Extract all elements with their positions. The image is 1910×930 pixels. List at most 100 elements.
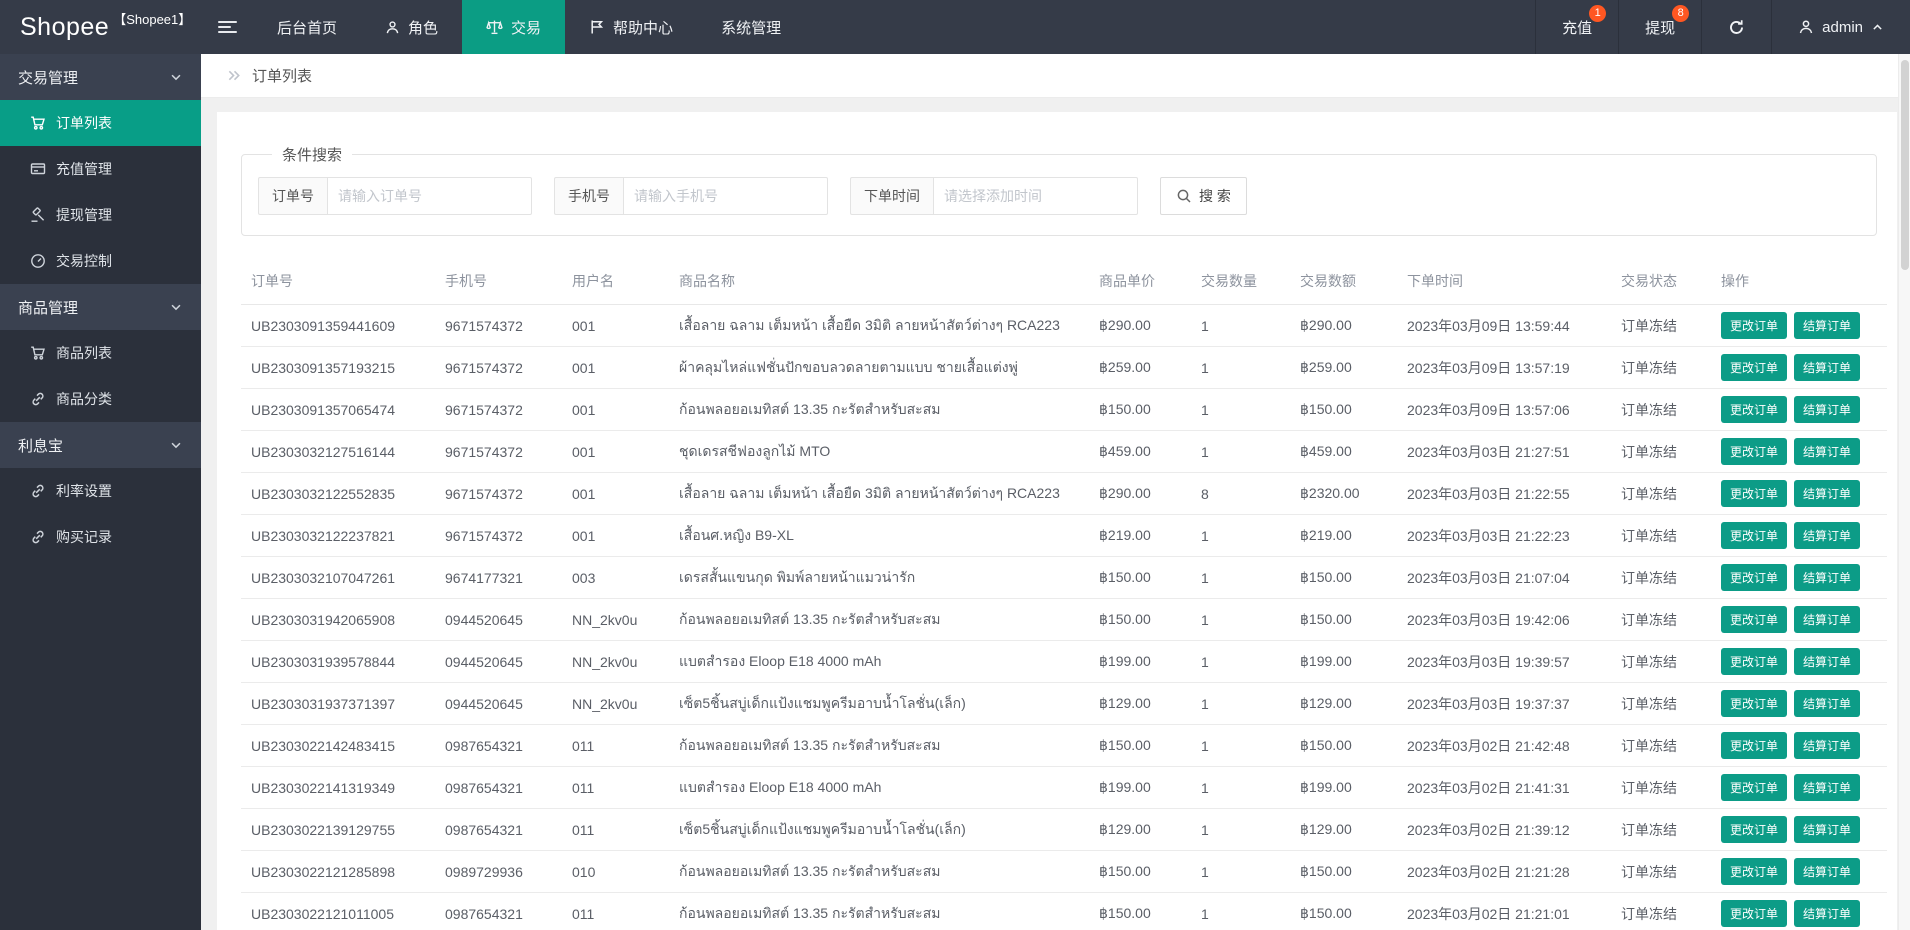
cell-qty: 1: [1191, 598, 1290, 641]
sidebar-toggle-button[interactable]: [201, 0, 253, 54]
nav-tab-label: 帮助中心: [613, 19, 674, 37]
cell-product: ผ้าคลุมไหล่แฟชั่นปักขอบลวดลายตามแบบ ชายเ…: [669, 346, 1089, 389]
cell-price: ฿150.00: [1089, 598, 1191, 641]
sidebar-item-link[interactable]: 商品列表: [0, 330, 201, 376]
table-row: UB2303022121285898 0989729936 010 ก้อนพลอยอ…: [241, 850, 1887, 893]
cell-price: ฿290.00: [1089, 304, 1191, 347]
user-menu[interactable]: admin: [1771, 0, 1910, 54]
logo-badge: 【Shopee1】: [113, 12, 192, 27]
search-button[interactable]: 搜 索: [1160, 177, 1247, 215]
settle-order-button[interactable]: 结算订单: [1794, 648, 1861, 675]
cell-product: แบตสำรอง Eloop E18 4000 mAh: [669, 640, 1089, 683]
cell-order-no: UB2303032127516144: [241, 430, 435, 473]
cell-amount: ฿129.00: [1290, 682, 1397, 725]
cell-status: 订单冻结: [1611, 472, 1711, 515]
modify-order-button[interactable]: 更改订单: [1721, 732, 1788, 759]
scrollbar-thumb[interactable]: [1901, 60, 1909, 270]
column-header: 商品名称: [669, 258, 1089, 305]
settle-order-button[interactable]: 结算订单: [1794, 900, 1861, 927]
nav-tab-2[interactable]: 角色: [361, 0, 462, 54]
logo-text: Shopee: [20, 12, 110, 41]
cell-qty: 8: [1191, 472, 1290, 515]
settle-order-button[interactable]: 结算订单: [1794, 396, 1861, 423]
cell-order-no: UB2303022121011005: [241, 892, 435, 930]
settle-order-button[interactable]: 结算订单: [1794, 732, 1861, 759]
settle-order-button[interactable]: 结算订单: [1794, 774, 1861, 801]
settle-order-button[interactable]: 结算订单: [1794, 858, 1861, 885]
settle-order-button[interactable]: 结算订单: [1794, 564, 1861, 591]
modify-order-button[interactable]: 更改订单: [1721, 606, 1788, 633]
nav-tab-1[interactable]: 后台首页: [253, 0, 361, 54]
settle-order-button[interactable]: 结算订单: [1794, 690, 1861, 717]
modify-order-button[interactable]: 更改订单: [1721, 396, 1788, 423]
cell-amount: ฿290.00: [1290, 304, 1397, 347]
cell-order-no: UB2303031942065908: [241, 598, 435, 641]
settle-order-button[interactable]: 结算订单: [1794, 354, 1861, 381]
sidebar-item-link[interactable]: 商品分类: [0, 376, 201, 422]
cell-actions: 更改订单 结算订单: [1711, 640, 1887, 683]
cell-time: 2023年03月09日 13:57:06: [1397, 388, 1611, 431]
sidebar-item-link[interactable]: 购买记录: [0, 514, 201, 560]
cell-qty: 1: [1191, 808, 1290, 851]
cell-phone: 9671574372: [435, 514, 562, 557]
sidebar-group-2[interactable]: 商品管理: [0, 284, 201, 330]
settle-order-button[interactable]: 结算订单: [1794, 480, 1861, 507]
modify-order-button[interactable]: 更改订单: [1721, 648, 1788, 675]
cell-status: 订单冻结: [1611, 346, 1711, 389]
sidebar-item-link[interactable]: 充值管理: [0, 146, 201, 192]
search-input-2[interactable]: [623, 177, 828, 215]
sidebar-group-3[interactable]: 利息宝: [0, 422, 201, 468]
hamburger-icon: [217, 18, 237, 36]
modify-order-button[interactable]: 更改订单: [1721, 438, 1788, 465]
nav-tab-5[interactable]: 系统管理: [697, 0, 805, 54]
modify-order-button[interactable]: 更改订单: [1721, 522, 1788, 549]
page-title: 订单列表: [252, 68, 313, 85]
search-input-1[interactable]: [327, 177, 532, 215]
cell-price: ฿129.00: [1089, 808, 1191, 851]
orders-table: 订单号 手机号 用户名 商品名称 商品单价 交易数量 交易数额 下单时间 交易状态 操作 UB23…: [241, 258, 1887, 930]
sidebar-item-active[interactable]: 订单列表: [0, 100, 201, 146]
cell-username: NN_2kv0u: [562, 682, 669, 725]
nav-tab-3[interactable]: 交易: [462, 0, 566, 54]
modify-order-button[interactable]: 更改订单: [1721, 312, 1788, 339]
settle-order-button[interactable]: 结算订单: [1794, 438, 1861, 465]
table-row: UB2303031937371397 0944520645 NN_2kv0u เซ็ต…: [241, 682, 1887, 725]
sidebar-group-1[interactable]: 交易管理: [0, 54, 201, 100]
modify-order-button[interactable]: 更改订单: [1721, 480, 1788, 507]
sidebar-item-link[interactable]: 利率设置: [0, 468, 201, 514]
cell-amount: ฿459.00: [1290, 430, 1397, 473]
cell-username: 001: [562, 388, 669, 431]
header-action-1[interactable]: 充值 1: [1535, 0, 1618, 54]
cell-order-no: UB2303031939578844: [241, 640, 435, 683]
cell-amount: ฿150.00: [1290, 724, 1397, 767]
modify-order-button[interactable]: 更改订单: [1721, 690, 1788, 717]
top-nav: 后台首页 角色 交易 帮助中心 系统管理: [253, 0, 805, 54]
chevron-up-icon: [1871, 21, 1884, 34]
vertical-scrollbar[interactable]: [1898, 54, 1910, 930]
cell-time: 2023年03月03日 19:37:37: [1397, 682, 1611, 725]
cell-status: 订单冻结: [1611, 724, 1711, 767]
cell-amount: ฿219.00: [1290, 514, 1397, 557]
sidebar-item-link[interactable]: 交易控制: [0, 238, 201, 284]
modify-order-button[interactable]: 更改订单: [1721, 858, 1788, 885]
settle-order-button[interactable]: 结算订单: [1794, 522, 1861, 549]
search-input-3[interactable]: [933, 177, 1138, 215]
modify-order-button[interactable]: 更改订单: [1721, 816, 1788, 843]
cell-status: 订单冻结: [1611, 598, 1711, 641]
cell-order-no: UB2303032122237821: [241, 514, 435, 557]
settle-order-button[interactable]: 结算订单: [1794, 312, 1861, 339]
modify-order-button[interactable]: 更改订单: [1721, 564, 1788, 591]
table-row: UB2303032127516144 9671574372 001 ชุดเดรสชี…: [241, 430, 1887, 473]
modify-order-button[interactable]: 更改订单: [1721, 774, 1788, 801]
sidebar-group-label: 利息宝: [18, 437, 64, 455]
cell-phone: 9674177321: [435, 556, 562, 599]
refresh-button[interactable]: [1701, 0, 1771, 54]
cell-username: 001: [562, 304, 669, 347]
sidebar-item-link[interactable]: 提现管理: [0, 192, 201, 238]
settle-order-button[interactable]: 结算订单: [1794, 816, 1861, 843]
header-action-2[interactable]: 提现 8: [1618, 0, 1701, 54]
modify-order-button[interactable]: 更改订单: [1721, 900, 1788, 927]
modify-order-button[interactable]: 更改订单: [1721, 354, 1788, 381]
settle-order-button[interactable]: 结算订单: [1794, 606, 1861, 633]
nav-tab-4[interactable]: 帮助中心: [565, 0, 697, 54]
